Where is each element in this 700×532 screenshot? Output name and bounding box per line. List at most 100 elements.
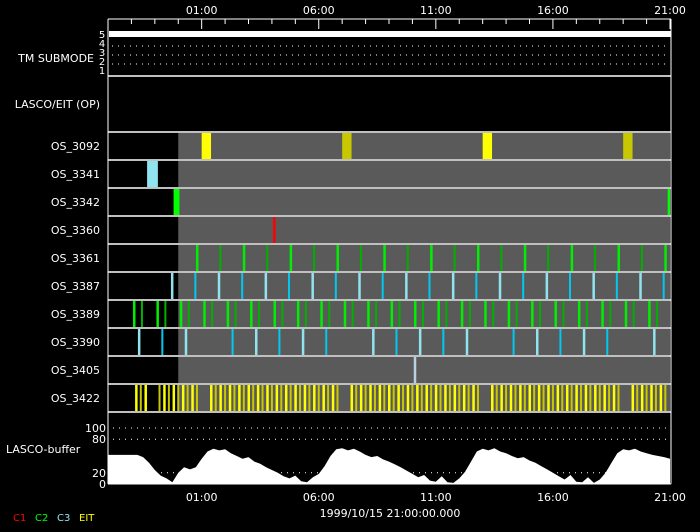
os-block-mark	[667, 189, 670, 215]
buffer-y-tick: 0	[99, 478, 106, 491]
os-event-mark	[264, 273, 268, 299]
os-event-mark	[413, 357, 417, 383]
os-event-mark	[367, 301, 370, 327]
os-event-mark	[164, 301, 167, 327]
top-time-label: 01:00	[186, 4, 218, 17]
os-event-mark	[224, 385, 227, 411]
os-event-mark	[219, 245, 222, 271]
os-event-mark	[632, 301, 635, 327]
os-event-mark	[606, 329, 609, 355]
os-event-mark	[398, 301, 401, 327]
os-event-mark	[355, 385, 358, 411]
os-event-mark	[434, 385, 438, 411]
os-event-mark	[161, 329, 164, 355]
os-event-mark	[214, 385, 217, 411]
os-event-mark	[289, 385, 292, 411]
os-event-mark	[252, 385, 255, 411]
os-event-mark	[484, 301, 487, 327]
os-event-mark	[270, 385, 273, 411]
os-event-mark	[507, 301, 511, 327]
os-event-mark	[554, 301, 557, 327]
os-event-mark	[294, 385, 297, 411]
os-event-mark	[247, 385, 250, 411]
schedule-background	[178, 357, 670, 383]
os-event-mark	[664, 385, 667, 411]
schedule-background	[178, 189, 670, 215]
os-event-mark	[451, 273, 455, 299]
os-event-mark	[547, 385, 550, 411]
os-event-mark	[465, 329, 469, 355]
schedule-background	[178, 245, 670, 271]
os-event-mark	[137, 329, 141, 355]
os-event-mark	[475, 273, 478, 299]
os-event-mark	[460, 301, 464, 327]
os-event-mark	[359, 245, 362, 271]
os-event-mark	[350, 385, 354, 411]
os-event-mark	[448, 385, 451, 411]
os-event-mark	[528, 385, 531, 411]
os-event-mark	[421, 301, 424, 327]
os-event-mark	[598, 385, 601, 411]
os-event-mark	[500, 385, 503, 411]
os-event-mark	[187, 301, 190, 327]
schedule-background	[178, 133, 670, 159]
os-row-label: OS_3390	[51, 336, 100, 349]
os-event-mark	[195, 385, 198, 411]
os-block-mark	[342, 133, 352, 159]
os-event-mark	[304, 301, 307, 327]
os-event-mark	[364, 385, 367, 411]
os-event-mark	[491, 385, 494, 411]
os-event-mark	[194, 273, 197, 299]
os-event-mark	[378, 385, 382, 411]
os-event-mark	[533, 385, 536, 411]
os-event-mark	[420, 385, 423, 411]
os-event-mark	[195, 245, 199, 271]
os-event-mark	[372, 329, 375, 355]
os-event-mark	[132, 301, 136, 327]
schedule-background	[178, 273, 670, 299]
os-event-mark	[331, 385, 335, 411]
os-event-mark	[654, 385, 657, 411]
os-event-mark	[328, 301, 331, 327]
os-row-label: OS_3342	[51, 196, 100, 209]
os-event-mark	[535, 329, 539, 355]
os-event-mark	[280, 385, 283, 411]
os-event-mark	[406, 385, 410, 411]
os-event-mark	[140, 301, 143, 327]
os-event-mark	[219, 385, 222, 411]
os-event-mark	[358, 273, 361, 299]
buffer-label: LASCO-buffer	[6, 443, 81, 456]
tm-submode-label: TM SUBMODE	[17, 52, 94, 65]
os-event-mark	[615, 273, 618, 299]
schedule-background	[178, 161, 670, 187]
os-event-mark	[640, 245, 643, 271]
os-event-mark	[254, 329, 258, 355]
os-event-mark	[284, 385, 288, 411]
top-time-label: 21:00	[654, 4, 686, 17]
os-event-mark	[334, 273, 337, 299]
os-event-mark	[273, 301, 276, 327]
os-event-mark	[580, 385, 583, 411]
os-event-mark	[191, 385, 194, 411]
os-event-mark	[648, 301, 651, 327]
os-event-mark	[577, 301, 581, 327]
os-event-mark	[537, 385, 541, 411]
os-event-mark	[288, 273, 291, 299]
os-event-mark	[390, 301, 394, 327]
os-row-label: OS_3405	[51, 364, 100, 377]
os-event-mark	[624, 301, 628, 327]
os-event-mark	[375, 301, 378, 327]
os-event-mark	[659, 385, 663, 411]
os-event-mark	[395, 329, 398, 355]
os-event-mark	[308, 385, 311, 411]
os-event-mark	[609, 301, 612, 327]
os-event-mark	[522, 273, 525, 299]
os-event-mark	[135, 385, 138, 411]
os-event-mark	[231, 329, 234, 355]
os-event-mark	[500, 245, 503, 271]
os-event-mark	[639, 273, 642, 299]
os-block-mark	[623, 133, 633, 159]
os-event-mark	[388, 385, 391, 411]
os-event-mark	[462, 385, 466, 411]
os-event-mark	[234, 301, 237, 327]
